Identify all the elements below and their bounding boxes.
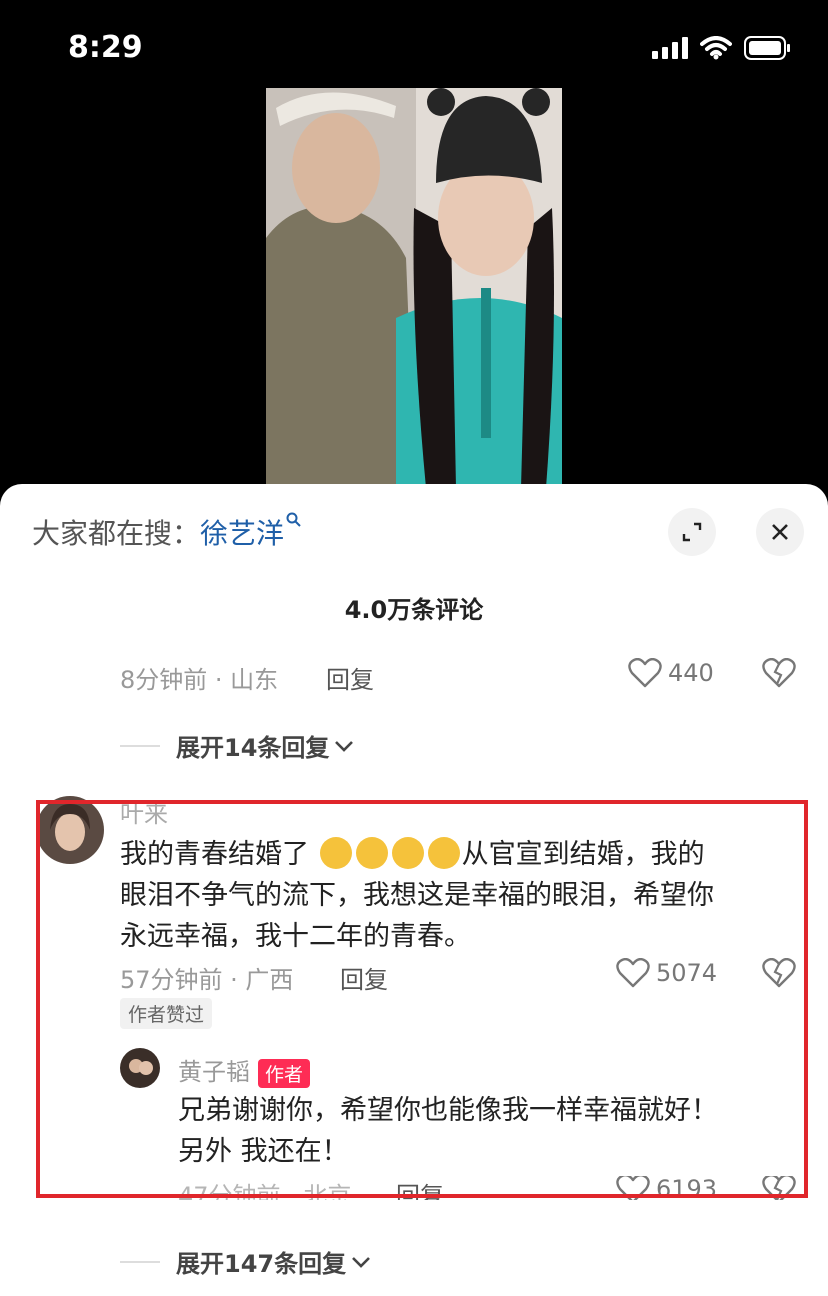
chevron-down-icon (335, 740, 354, 752)
status-bar: 8:29 (0, 0, 828, 100)
divider (120, 1260, 160, 1263)
trending-search-keyword[interactable]: 徐艺洋 (200, 517, 284, 550)
reply-button[interactable]: 回复 (326, 660, 374, 695)
video-player[interactable] (266, 88, 562, 508)
wifi-icon (700, 36, 732, 60)
trending-search[interactable]: 大家都在搜：徐艺洋 (32, 512, 302, 552)
highlight-frame (36, 800, 808, 1198)
heart-icon (628, 658, 662, 688)
dislike-button[interactable] (762, 657, 796, 692)
like-count: 440 (668, 659, 714, 687)
signal-icon (652, 37, 688, 59)
expand-icon (682, 522, 702, 542)
chevron-down-icon (352, 1256, 371, 1268)
divider (120, 744, 160, 747)
broken-heart-icon (762, 657, 796, 688)
expand-replies-label: 展开14条回复 (176, 734, 330, 762)
search-icon (286, 512, 301, 527)
like-button[interactable]: 440 (628, 658, 714, 688)
close-button[interactable] (756, 508, 804, 556)
expand-replies-button[interactable]: 展开14条回复 (120, 728, 355, 763)
trending-search-label: 大家都在搜： (32, 517, 201, 550)
comment-meta: 8分钟前 · 山东 (120, 666, 279, 694)
expand-replies-button[interactable]: 展开147条回复 (120, 1244, 372, 1279)
status-icons (652, 36, 792, 60)
fullscreen-button[interactable] (668, 508, 716, 556)
comment-count: 4.0万条评论 (344, 596, 484, 624)
battery-icon (744, 36, 790, 60)
close-icon (772, 524, 788, 540)
video-frame-image (266, 88, 562, 508)
expand-replies-label: 展开147条回复 (176, 1250, 347, 1278)
clock: 8:29 (68, 30, 143, 65)
